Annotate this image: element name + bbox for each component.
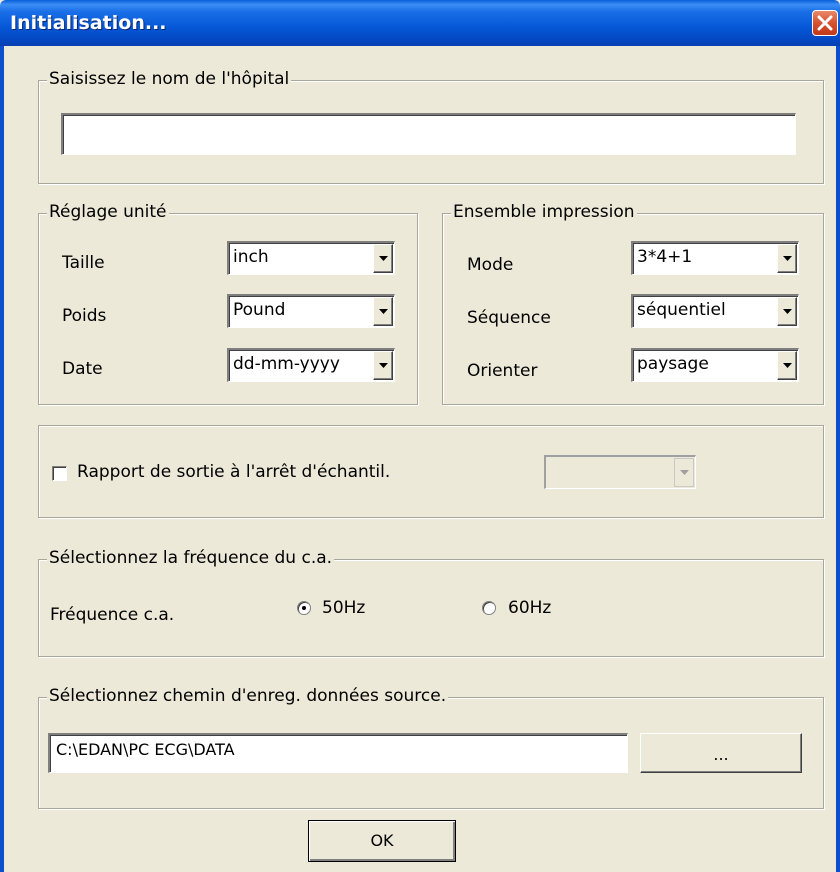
browse-button[interactable]: ... (640, 733, 802, 773)
window-frame-right (836, 46, 840, 872)
dialog-window: Initialisation... Saisissez le nom de l'… (0, 0, 840, 872)
chevron-down-icon (680, 470, 689, 475)
report-select[interactable] (544, 455, 696, 489)
report-checkbox[interactable] (52, 466, 67, 481)
date-label: Date (62, 359, 103, 379)
ok-button[interactable]: OK (308, 820, 456, 862)
chevron-down-icon (783, 363, 792, 368)
print-settings-legend: Ensemble impression (451, 202, 637, 222)
radio-60hz[interactable] (482, 601, 496, 615)
radio-50hz[interactable] (297, 601, 311, 615)
data-path-legend: Sélectionnez chemin d'enreg. données sou… (47, 686, 449, 706)
window-frame-left (0, 46, 4, 872)
radio-60hz-label[interactable]: 60Hz (508, 598, 551, 618)
sequence-label: Séquence (467, 308, 551, 328)
date-value: dd-mm-yyyy (233, 354, 340, 374)
chevron-down-icon (379, 363, 388, 368)
orientation-value: paysage (637, 354, 709, 374)
date-dropdown-button[interactable] (373, 351, 393, 380)
frequency-label: Fréquence c.a. (50, 605, 175, 625)
hospital-legend: Saisissez le nom de l'hôpital (47, 69, 292, 89)
size-dropdown-button[interactable] (373, 244, 393, 273)
report-dropdown-button[interactable] (674, 458, 694, 487)
size-label: Taille (62, 253, 105, 273)
weight-value: Pound (233, 300, 286, 320)
chevron-down-icon (783, 309, 792, 314)
weight-select[interactable]: Pound (227, 294, 395, 328)
date-select[interactable]: dd-mm-yyyy (227, 348, 395, 382)
orientation-dropdown-button[interactable] (777, 351, 797, 380)
mode-label: Mode (467, 255, 514, 275)
sequence-select[interactable]: séquentiel (631, 294, 799, 328)
size-value: inch (233, 247, 269, 267)
title-bar[interactable]: Initialisation... (0, 0, 840, 46)
hospital-name-input[interactable] (61, 113, 796, 155)
weight-label: Poids (62, 306, 107, 326)
sequence-value: séquentiel (637, 300, 726, 320)
chevron-down-icon (379, 256, 388, 261)
report-checkbox-label[interactable]: Rapport de sortie à l'arrêt d'échantil. (77, 462, 390, 482)
frequency-legend: Sélectionnez la fréquence du c.a. (47, 548, 335, 568)
sequence-dropdown-button[interactable] (777, 297, 797, 326)
chevron-down-icon (783, 256, 792, 261)
weight-dropdown-button[interactable] (373, 297, 393, 326)
radio-50hz-label[interactable]: 50Hz (322, 598, 365, 618)
unit-settings-legend: Réglage unité (47, 202, 169, 222)
mode-select[interactable]: 3*4+1 (631, 241, 799, 275)
orientation-label: Orienter (467, 361, 538, 381)
mode-dropdown-button[interactable] (777, 244, 797, 273)
close-button[interactable] (812, 10, 838, 36)
size-select[interactable]: inch (227, 241, 395, 275)
mode-value: 3*4+1 (637, 247, 693, 267)
close-icon (817, 15, 833, 31)
orientation-select[interactable]: paysage (631, 348, 799, 382)
window-title: Initialisation... (10, 12, 167, 34)
data-path-input[interactable]: C:\EDAN\PC ECG\DATA (48, 733, 628, 773)
chevron-down-icon (379, 309, 388, 314)
